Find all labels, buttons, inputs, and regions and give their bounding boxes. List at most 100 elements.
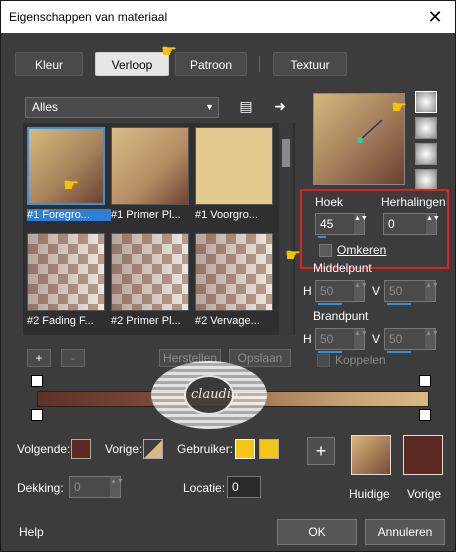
gebruiker-swatch[interactable] (235, 439, 255, 459)
volgende-swatch[interactable] (71, 439, 91, 459)
cancel-button[interactable]: Annuleren (365, 519, 445, 545)
opacity-stop-left[interactable] (31, 375, 43, 387)
gradient-swatch (111, 233, 189, 311)
library-item-label: #2 Vervage... (195, 315, 260, 327)
category-select-value: Alles (32, 100, 59, 114)
brandpunt-h-label: H (303, 332, 312, 346)
brandpunt-v-input[interactable]: 50 ▲▼ (384, 328, 439, 353)
remove-gradient-button[interactable]: - (61, 349, 85, 367)
middelpunt-h-value: 50 (320, 284, 334, 298)
tab-textuur[interactable]: Textuur (273, 52, 347, 76)
volgende-label: Volgende: (17, 442, 71, 456)
vorige-label: Vorige: (105, 442, 143, 456)
library-scrollbar[interactable] (279, 123, 293, 335)
middelpunt-v-input[interactable]: 50 ▲▼ (384, 280, 439, 305)
value-bar (318, 303, 342, 305)
library-item[interactable]: #1 Foregro... (27, 127, 111, 221)
herhalingen-value: 0 (388, 217, 395, 231)
help-link[interactable]: Help (19, 525, 44, 539)
watermark-logo: claudia (151, 361, 267, 429)
material-properties-dialog: Eigenschappen van materiaal ✕ Kleur Verl… (0, 0, 456, 552)
dekking-input[interactable]: 0 ▲▼ (69, 476, 124, 498)
middelpunt-v-value: 50 (389, 284, 403, 298)
spin-arrows-icon[interactable]: ▲▼ (354, 281, 368, 301)
library-item-label: #1 Voorgro... (195, 209, 258, 221)
category-select[interactable]: Alles ▼ (25, 97, 219, 118)
chevron-down-icon: ▼ (205, 102, 214, 112)
huidige-label: Huidige (349, 487, 390, 501)
pointer-hand-icon: ☛ (391, 97, 408, 117)
spin-arrows-icon[interactable]: ▲▼ (354, 214, 368, 234)
gradient-swatch (195, 233, 273, 311)
library-item-label: #1 Primer Pl... (111, 209, 181, 221)
library-item[interactable]: #2 Primer Pl... (111, 233, 189, 327)
spin-arrows-icon[interactable]: ▲▼ (354, 329, 368, 349)
library-item-label: #2 Fading F... (27, 315, 94, 327)
linear-style-icon[interactable] (415, 91, 437, 113)
spin-arrows-icon[interactable]: ▲▼ (426, 214, 440, 234)
sunburst-style-icon[interactable] (415, 143, 437, 165)
view-options-icon[interactable]: ▤ (237, 97, 255, 115)
middelpunt-label: Middelpunt (313, 261, 372, 275)
spin-arrows-icon[interactable]: ▲▼ (425, 281, 439, 301)
ok-button[interactable]: OK (277, 519, 357, 545)
spin-arrows-icon[interactable]: ▲▼ (425, 329, 439, 349)
window-title: Eigenschappen van materiaal (9, 10, 168, 24)
koppelen-checkbox[interactable] (317, 354, 330, 367)
library-item[interactable]: #1 Voorgro... (195, 127, 273, 221)
save-button[interactable]: Opslaan (229, 349, 291, 367)
brandpunt-h-value: 50 (320, 332, 334, 346)
spin-arrows-icon[interactable]: ▲▼ (110, 477, 124, 497)
brandpunt-v-label: V (372, 332, 381, 346)
vorige-swatch[interactable] (143, 439, 163, 459)
hoek-input[interactable]: 45 ▲▼ (315, 213, 368, 238)
scrollbar-thumb[interactable] (282, 139, 290, 167)
color-stop-right[interactable] (419, 409, 431, 421)
pointer-hand-icon: ☛ (285, 245, 302, 265)
radial-style-icon[interactable] (415, 169, 437, 191)
locatie-value: 0 (232, 480, 239, 494)
dekking-label: Dekking: (17, 481, 64, 495)
library-item[interactable]: #1 Primer Pl... (111, 127, 189, 221)
gradient-swatch (195, 127, 273, 205)
value-bar (387, 351, 411, 353)
title-bar: Eigenschappen van materiaal ✕ (1, 1, 455, 33)
current-color-swatch[interactable] (351, 435, 391, 475)
opacity-stop-right[interactable] (419, 375, 431, 387)
tab-patroon[interactable]: Patroon (175, 52, 247, 76)
locatie-input[interactable]: 0 (227, 476, 261, 498)
locatie-label: Locatie: (183, 481, 226, 495)
gradient-library: #1 Foregro... ☛ #1 Primer Pl... #1 Voorg… (23, 123, 295, 335)
add-gradient-button[interactable]: + (27, 349, 51, 367)
omkeren-label: Omkeren (337, 243, 387, 257)
pointer-hand-icon: ☛ (63, 175, 80, 195)
add-to-swatches-button[interactable]: + (307, 437, 335, 465)
middelpunt-v-label: V (372, 284, 381, 298)
library-item[interactable]: #2 Vervage... (195, 233, 273, 327)
koppelen-label: Koppelen (335, 353, 386, 367)
dekking-value: 0 (74, 480, 81, 494)
brandpunt-h-input[interactable]: 50 ▲▼ (315, 328, 368, 353)
brandpunt-label: Brandpunt (313, 309, 369, 323)
middelpunt-h-input[interactable]: 50 ▲▼ (315, 280, 368, 305)
gradient-swatch (111, 127, 189, 205)
tab-kleur[interactable]: Kleur (15, 52, 83, 76)
tab-divider (259, 56, 260, 72)
arrow-right-icon[interactable]: ➜ (271, 97, 289, 115)
brandpunt-v-value: 50 (389, 332, 403, 346)
hoek-value: 45 (320, 217, 334, 231)
herhalingen-input[interactable]: 0 ▲▼ (383, 213, 440, 235)
omkeren-checkbox[interactable] (319, 244, 332, 257)
rectangular-style-icon[interactable] (415, 117, 437, 139)
value-bar (387, 303, 411, 305)
gebruiker-label: Gebruiker: (177, 442, 234, 456)
tab-verloop[interactable]: Verloop (95, 52, 169, 76)
gebruiker-swatch-alt[interactable] (259, 439, 279, 459)
watermark-text: claudia (191, 387, 239, 402)
previous-color-swatch[interactable] (403, 435, 443, 475)
library-item[interactable]: #2 Fading F... (27, 233, 105, 327)
value-bar (318, 236, 326, 238)
close-icon[interactable]: ✕ (423, 5, 447, 29)
color-stop-left[interactable] (31, 409, 43, 421)
vorige-color-label: Vorige (407, 487, 442, 501)
